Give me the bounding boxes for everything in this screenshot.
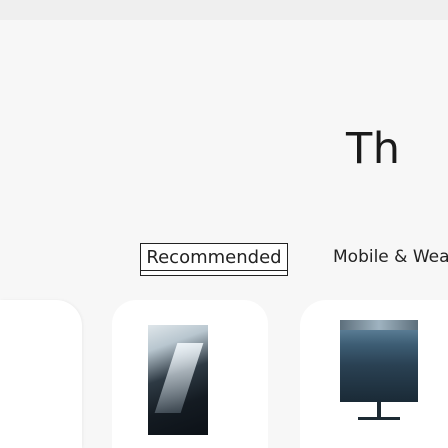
tab-recommended[interactable]: Recommended (140, 243, 288, 271)
tab-active-indicator (140, 271, 288, 276)
monitor-product-image (340, 320, 418, 430)
category-tabs: Recommended Mobile & Wear (0, 243, 448, 279)
section-heading: Th (346, 124, 401, 174)
tab-mobile-wear[interactable]: Mobile & Wear (333, 243, 448, 271)
product-page: Th Recommended Mobile & Wear (0, 0, 448, 448)
phone-product-image (148, 325, 208, 435)
product-card-partial[interactable] (0, 300, 82, 448)
top-banner-edge (0, 0, 448, 20)
